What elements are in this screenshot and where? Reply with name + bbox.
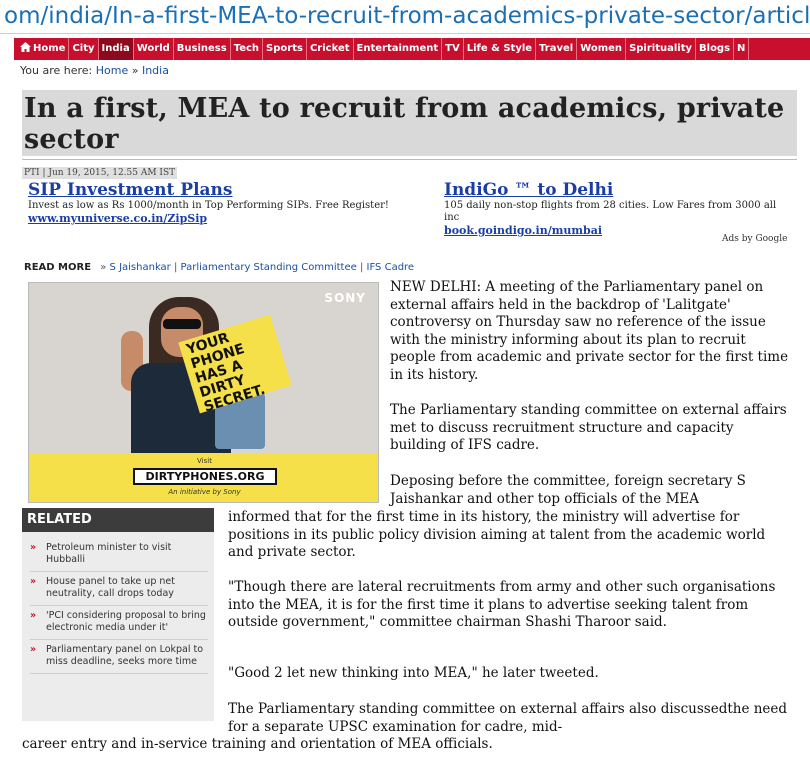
related-item-text[interactable]: Parliamentary panel on Lokpal to miss de…	[46, 644, 208, 668]
address-bar[interactable]: om/india/In-a-first-MEA-to-recruit-from-…	[0, 0, 810, 34]
related-item-text[interactable]: House panel to take up net neutrality, c…	[46, 576, 208, 600]
ad-initiative-text: An initiative by Sony	[168, 488, 241, 496]
related-item-text[interactable]: 'PCI considering proposal to bring elect…	[46, 610, 208, 634]
nav-item-business[interactable]: Business	[174, 38, 231, 60]
page-title: In a first, MEA to recruit from academic…	[24, 93, 785, 155]
text-ad-indigo[interactable]: IndiGo ™ to Delhi 105 daily non-stop fli…	[444, 180, 789, 238]
ad-description: 105 daily non-stop flights from 28 citie…	[444, 200, 777, 223]
read-more-link-committee[interactable]: Parliamentary Standing Committee	[181, 262, 357, 273]
read-more-bar: READ MORE » S Jaishankar | Parliamentary…	[24, 262, 414, 273]
bullet-icon: »	[30, 542, 37, 553]
nav-item-entertainment[interactable]: Entertainment	[354, 38, 443, 60]
ad-photo: YOUR PHONE HAS A DIRTY SECRET. SONY	[29, 283, 378, 453]
related-item[interactable]: » Petroleum minister to visit Hubballi	[30, 538, 208, 572]
bullet-icon: »	[30, 576, 37, 587]
related-list: » Petroleum minister to visit Hubballi » H…	[22, 532, 214, 674]
nav-item-women[interactable]: Women	[577, 38, 627, 60]
display-ad-dirtyphones[interactable]: YOUR PHONE HAS A DIRTY SECRET. SONY Visi…	[28, 282, 379, 503]
breadcrumb-separator: »	[131, 64, 139, 77]
breadcrumb-home-link[interactable]: Home	[96, 64, 128, 77]
ad-visit-text: Visit	[197, 457, 212, 465]
nav-item-city[interactable]: City	[69, 38, 99, 60]
ad-title-link[interactable]: IndiGo ™ to Delhi	[444, 180, 789, 200]
nav-item-travel[interactable]: Travel	[536, 38, 578, 60]
read-more-bullet: »	[100, 262, 107, 273]
nav-item-spirituality[interactable]: Spirituality	[626, 38, 697, 60]
nav-item-sports[interactable]: Sports	[263, 38, 307, 60]
dateline: PTI | Jun 19, 2015, 12.55 AM IST	[22, 159, 797, 179]
ad-title-link[interactable]: SIP Investment Plans	[28, 180, 428, 200]
ad-url-box[interactable]: DIRTYPHONES.ORG	[133, 468, 277, 485]
ad-figure-sunglasses	[163, 319, 201, 329]
read-more-link-jaishankar[interactable]: S Jaishankar	[110, 262, 171, 273]
ads-by-google[interactable]: Ads by Google	[722, 234, 787, 244]
ad-brand-logo: SONY	[324, 291, 366, 305]
article-paragraph: "Good 2 let new thinking into MEA," he l…	[228, 665, 599, 681]
nav-item-life-style[interactable]: Life & Style	[464, 38, 537, 60]
dateline-text: PTI | Jun 19, 2015, 12.55 AM IST	[22, 167, 178, 179]
read-more-label: READ MORE	[24, 262, 92, 273]
read-more-separator: |	[359, 262, 364, 273]
nav-item-blogs[interactable]: Blogs	[696, 38, 735, 60]
url-text[interactable]: om/india/In-a-first-MEA-to-recruit-from-…	[0, 0, 810, 32]
home-icon	[20, 39, 31, 52]
related-item[interactable]: » Parliamentary panel on Lokpal to miss d…	[30, 640, 208, 674]
bullet-icon: »	[30, 644, 37, 655]
article-paragraph: "Though there are lateral recruitments f…	[228, 579, 776, 631]
article-paragraph: Deposing before the committee, foreign s…	[390, 473, 746, 507]
related-item-text[interactable]: Petroleum minister to visit Hubballi	[46, 542, 208, 566]
read-more-link-ifs-cadre[interactable]: IFS Cadre	[367, 262, 415, 273]
related-heading: RELATED	[22, 508, 214, 532]
breadcrumb: You are here: Home » India	[20, 64, 169, 77]
main-nav: Home City India World Business Tech Spor…	[14, 38, 810, 60]
nav-item-india[interactable]: India	[98, 38, 134, 60]
article-paragraph-continued: career entry and in-service training and…	[22, 736, 493, 752]
nav-item-tv[interactable]: TV	[442, 38, 464, 60]
ad-url-link[interactable]: www.myuniverse.co.in/ZipSip	[28, 212, 428, 226]
breadcrumb-prefix: You are here:	[20, 64, 93, 77]
text-ad-sip[interactable]: SIP Investment Plans Invest as low as Rs…	[28, 180, 428, 226]
ad-description: Invest as low as Rs 1000/month in Top Pe…	[28, 200, 389, 211]
related-panel: RELATED » Petroleum minister to visit Hub…	[22, 508, 214, 721]
article-paragraph-continued: informed that for the first time in its …	[228, 509, 766, 561]
article-paragraph: NEW DELHI: A meeting of the Parliamentar…	[390, 279, 789, 383]
article-paragraph: The Parliamentary standing committee on …	[228, 701, 788, 735]
article-paragraph: The Parliamentary standing committee on …	[390, 402, 787, 454]
nav-item-more[interactable]: N	[734, 38, 750, 60]
related-item[interactable]: » 'PCI considering proposal to bring elec…	[30, 606, 208, 640]
bullet-icon: »	[30, 610, 37, 621]
nav-item-cricket[interactable]: Cricket	[307, 38, 354, 60]
related-item[interactable]: » House panel to take up net neutrality, …	[30, 572, 208, 606]
breadcrumb-india-link[interactable]: India	[142, 64, 169, 77]
nav-item-tech[interactable]: Tech	[231, 38, 264, 60]
nav-item-world[interactable]: World	[134, 38, 174, 60]
read-more-separator: |	[173, 262, 178, 273]
nav-item-label: Home	[33, 43, 66, 54]
nav-item-home[interactable]: Home	[14, 38, 70, 60]
